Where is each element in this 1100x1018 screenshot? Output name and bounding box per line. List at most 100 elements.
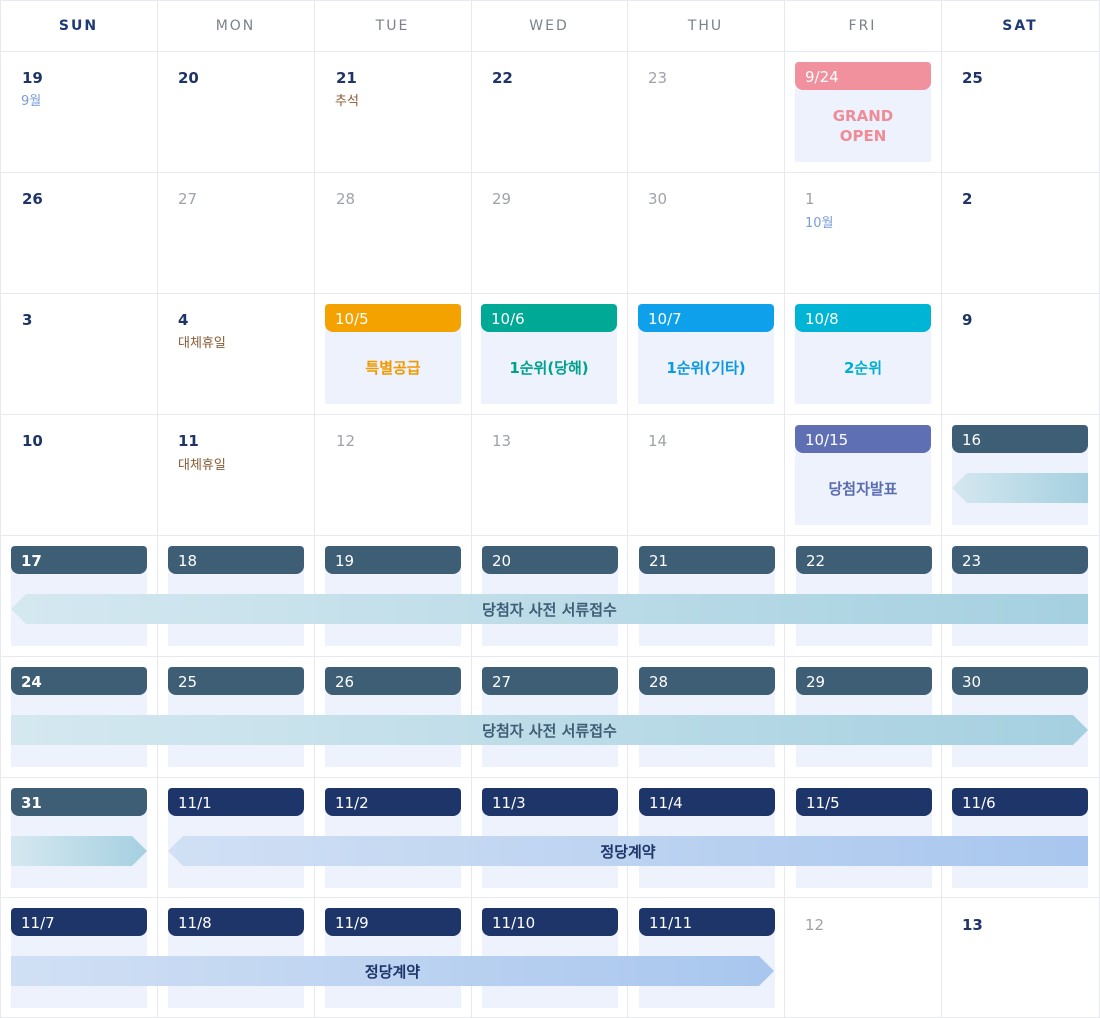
- event-date: 31: [11, 788, 147, 816]
- event-title: 특별공급: [365, 359, 421, 377]
- date-cell: 13: [962, 916, 983, 934]
- event-date: 28: [639, 667, 775, 695]
- docs-period-bar-end: [11, 836, 147, 866]
- event-date: 11/9: [325, 908, 461, 936]
- grid-line: [0, 0, 1, 1018]
- date-cell: 28: [336, 190, 356, 208]
- event-title: 1순위(기타): [666, 359, 746, 377]
- event-second-rank: 10/8 2순위: [795, 304, 931, 404]
- contract-period-bar: 정당계약: [11, 956, 774, 986]
- event-title: GRAND OPEN: [832, 107, 894, 145]
- event-date: 30: [952, 667, 1088, 695]
- event-date: 18: [168, 546, 304, 574]
- date-cell: 20: [178, 69, 199, 87]
- event-date: 9/24: [795, 62, 931, 90]
- event-date: 10/5: [325, 304, 461, 332]
- date-cell: 10: [22, 432, 43, 450]
- event-date: 11/8: [168, 908, 304, 936]
- event-date: 24: [11, 667, 147, 695]
- docs-period-label: 당첨자 사전 서류접수: [482, 721, 617, 740]
- event-date: 29: [796, 667, 932, 695]
- contract-period-bar: 정당계약: [168, 836, 1088, 866]
- docs-period-bar: 당첨자 사전 서류접수: [11, 715, 1088, 745]
- weekday-sat: SAT: [1002, 18, 1038, 34]
- date-cell: 27: [178, 190, 198, 208]
- event-title: 2순위: [843, 359, 883, 377]
- date-cell: 12: [336, 432, 356, 450]
- event-date: 19: [325, 546, 461, 574]
- event-date: 11/1: [168, 788, 304, 816]
- grid-line: [0, 656, 1100, 657]
- docs-period-bar-start: [952, 473, 1088, 503]
- date-cell: 1: [805, 190, 815, 208]
- date-cell: 12: [805, 916, 825, 934]
- event-date: 10/8: [795, 304, 931, 332]
- grid-line: [0, 293, 1100, 294]
- date-cell: 21: [336, 69, 357, 87]
- event-date: 11/11: [639, 908, 775, 936]
- event-date: 11/2: [325, 788, 461, 816]
- date-cell: 14: [648, 432, 668, 450]
- event-date: 26: [325, 667, 461, 695]
- date-cell: 9: [962, 311, 973, 329]
- event-first-rank-local: 10/6 1순위(당해): [481, 304, 617, 404]
- grid-line: [0, 777, 1100, 778]
- event-date: 27: [482, 667, 618, 695]
- event-date: 11/7: [11, 908, 147, 936]
- event-winner-announce: 10/15 당첨자발표: [795, 425, 931, 525]
- grid-line: [0, 414, 1100, 415]
- schedule-calendar: SUN MON TUE WED THU FRI SAT 19 9월 20 21 …: [0, 0, 1100, 1018]
- grid-line: [0, 897, 1100, 898]
- event-date: 20: [482, 546, 618, 574]
- event-date: 17: [11, 546, 147, 574]
- date-cell: 3: [22, 311, 33, 329]
- date-cell: 4: [178, 311, 189, 329]
- event-date: 10/6: [481, 304, 617, 332]
- month-label: 9월: [21, 94, 42, 109]
- date-cell: 2: [962, 190, 973, 208]
- date-cell: 26: [22, 190, 43, 208]
- event-title: 당첨자발표: [828, 480, 898, 498]
- weekday-fri: FRI: [848, 18, 877, 34]
- weekday-sun: SUN: [58, 18, 99, 34]
- event-date: 11/4: [639, 788, 775, 816]
- event-date: 10/7: [638, 304, 774, 332]
- event-title: 1순위(당해): [509, 359, 589, 377]
- weekday-tue: TUE: [375, 18, 410, 34]
- date-cell: 11: [178, 432, 199, 450]
- holiday-label: 추석: [335, 94, 359, 109]
- event-date: 22: [796, 546, 932, 574]
- docs-period-bar: 당첨자 사전 서류접수: [11, 594, 1088, 624]
- date-cell: 30: [648, 190, 668, 208]
- date-cell: 23: [648, 69, 668, 87]
- event-first-rank-other: 10/7 1순위(기타): [638, 304, 774, 404]
- docs-period-label: 당첨자 사전 서류접수: [482, 600, 617, 619]
- event-date: 11/5: [796, 788, 932, 816]
- event-date: 25: [168, 667, 304, 695]
- holiday-label: 대체휴일: [178, 458, 226, 473]
- date-cell: 25: [962, 69, 983, 87]
- event-date: 16: [952, 425, 1088, 453]
- event-date: 11/6: [952, 788, 1088, 816]
- holiday-label: 대체휴일: [178, 336, 226, 351]
- grid-line: [0, 172, 1100, 173]
- grid-line: [0, 535, 1100, 536]
- weekday-thu: THU: [687, 18, 724, 34]
- event-special-supply: 10/5 특별공급: [325, 304, 461, 404]
- date-cell: 29: [492, 190, 512, 208]
- date-cell: 22: [492, 69, 513, 87]
- event-date: 10/15: [795, 425, 931, 453]
- event-date: 23: [952, 546, 1088, 574]
- weekday-wed: WED: [529, 18, 569, 34]
- date-cell: 13: [492, 432, 512, 450]
- event-grand-open: 9/24 GRAND OPEN: [795, 62, 931, 162]
- event-date: 11/3: [482, 788, 618, 816]
- grid-line: [157, 0, 158, 1018]
- contract-period-label: 정당계약: [600, 842, 656, 861]
- contract-period-label: 정당계약: [364, 962, 421, 981]
- date-cell: 19: [22, 69, 43, 87]
- weekday-mon: MON: [215, 18, 256, 34]
- event-date: 21: [639, 546, 775, 574]
- event-date: 11/10: [482, 908, 618, 936]
- month-label: 10월: [805, 216, 834, 231]
